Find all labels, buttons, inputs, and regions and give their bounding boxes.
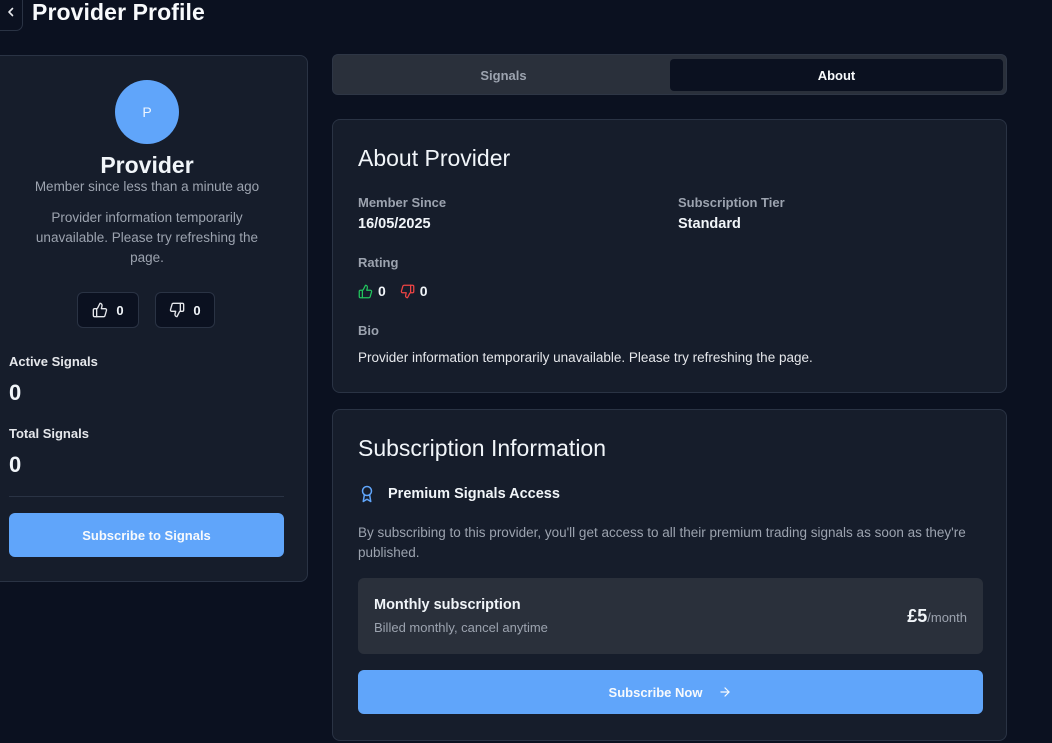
- award-icon: [361, 485, 373, 503]
- thumbs-up-icon: [93, 302, 108, 318]
- avatar-initial: P: [142, 104, 152, 120]
- bio-text: Provider information temporarily unavail…: [358, 350, 813, 365]
- like-button[interactable]: 0: [77, 292, 139, 328]
- rating-down-count: 0: [419, 283, 428, 299]
- subscription-heading: Subscription Information: [358, 435, 607, 461]
- member-since-text: Member since less than a minute ago: [34, 179, 260, 194]
- total-signals-label: Total Signals: [9, 426, 89, 441]
- profile-bio: Provider information temporarily unavail…: [35, 210, 259, 265]
- active-signals-value: 0: [9, 380, 22, 405]
- arrow-right-icon: [720, 687, 731, 697]
- premium-access-row: Premium Signals Access: [358, 485, 560, 503]
- plan-subtitle: Billed monthly, cancel anytime: [374, 620, 548, 635]
- subscribe-now-label: Subscribe Now: [608, 684, 703, 700]
- price-period: /month: [927, 610, 967, 625]
- avatar: P: [115, 80, 179, 144]
- back-button[interactable]: [0, 0, 23, 31]
- about-card: About Provider Member Since 16/05/2025 S…: [332, 119, 1007, 393]
- divider: [9, 496, 284, 497]
- subscribe-to-signals-button[interactable]: Subscribe to Signals: [9, 513, 284, 557]
- rating-label: Rating: [358, 255, 399, 270]
- thumbs-down-icon: [400, 284, 415, 298]
- rating-row: 0 0: [358, 283, 442, 299]
- chevron-left-icon: [7, 7, 13, 16]
- thumbs-down-icon: [170, 302, 185, 318]
- about-heading: About Provider: [358, 145, 511, 171]
- plan-title: Monthly subscription: [374, 597, 521, 613]
- thumbs-up-icon: [358, 284, 373, 298]
- rating-up-count: 0: [378, 283, 386, 299]
- subscription-description: By subscribing to this provider, you'll …: [358, 525, 966, 560]
- dislike-count: 0: [193, 302, 201, 318]
- page-title: Provider Profile: [32, 0, 205, 25]
- subscribe-now-button[interactable]: Subscribe Now: [358, 670, 983, 714]
- provider-name: Provider: [100, 152, 194, 178]
- plan-price: £5 /month: [907, 606, 967, 627]
- plan-box: Monthly subscription Billed monthly, can…: [358, 578, 983, 654]
- tab-signals[interactable]: Signals: [337, 59, 670, 91]
- subscription-tier-label: Subscription Tier: [678, 195, 785, 210]
- dislike-button[interactable]: 0: [155, 292, 215, 328]
- total-signals-value: 0: [9, 452, 22, 477]
- member-since-value: 16/05/2025: [358, 216, 431, 232]
- bio-label: Bio: [358, 323, 379, 338]
- tab-about[interactable]: About: [670, 59, 1003, 91]
- profile-card: P Provider Member since less than a minu…: [0, 55, 308, 582]
- active-signals-label: Active Signals: [9, 354, 98, 369]
- like-count: 0: [116, 302, 124, 318]
- premium-access-title: Premium Signals Access: [388, 486, 560, 502]
- page: Provider Profile P Provider Member since…: [0, 0, 1052, 743]
- tab-bar: Signals About: [332, 54, 1007, 95]
- price-amount: £5: [907, 606, 928, 626]
- member-since-label: Member Since: [358, 195, 447, 210]
- subscription-card: Subscription Information Premium Signals…: [332, 409, 1007, 741]
- subscription-tier-value: Standard: [678, 216, 741, 232]
